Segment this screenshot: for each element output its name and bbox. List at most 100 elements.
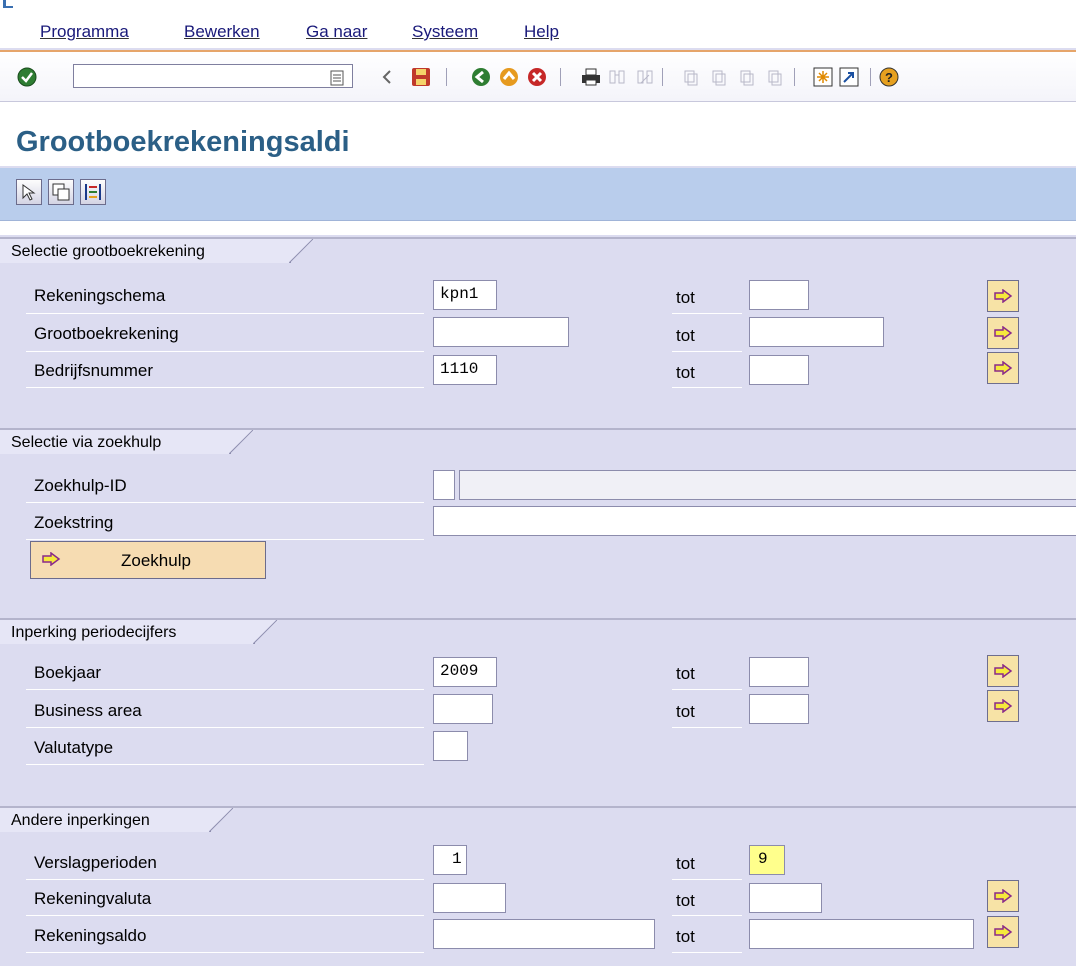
rekeningschema-from-field[interactable]: kpn1 (433, 280, 497, 310)
row-divider (26, 764, 424, 765)
verslagperioden-from-field[interactable]: 1 (433, 845, 467, 875)
row-divider (672, 351, 742, 352)
variant-button[interactable] (48, 179, 74, 205)
row-divider (26, 952, 424, 953)
business-area-multiple-button[interactable] (987, 690, 1019, 722)
tot-label: tot (676, 927, 695, 946)
label-rekeningvaluta: Rekeningvaluta (34, 889, 152, 908)
row-divider (26, 502, 424, 503)
application-toolbar (0, 168, 1076, 221)
boekjaar-multiple-button[interactable] (987, 655, 1019, 687)
label-business-area: Business area (34, 701, 142, 720)
row-divider (26, 351, 424, 352)
menu-help[interactable]: Help (524, 22, 559, 42)
business-area-from-field[interactable] (433, 694, 493, 724)
menu-systeem[interactable]: Systeem (412, 22, 478, 42)
grootboekrekening-from-field[interactable] (433, 317, 569, 347)
zoekhulp-description-field (459, 470, 1076, 500)
rekeningschema-multiple-button[interactable] (987, 280, 1019, 312)
grootboekrekening-to-field[interactable] (749, 317, 884, 347)
rekeningvaluta-from-field[interactable] (433, 883, 506, 913)
tot-label: tot (676, 664, 695, 683)
boekjaar-from-field[interactable]: 2009 (433, 657, 497, 687)
row-divider (26, 313, 424, 314)
spacer (0, 221, 1076, 235)
menu-programma[interactable]: Programma (40, 22, 129, 42)
section-inperking-periodecijfers: Inperking periodecijfers (0, 618, 1076, 792)
rekeningvaluta-to-field[interactable] (749, 883, 822, 913)
label-boekjaar: Boekjaar (34, 663, 102, 682)
last-page-icon (764, 66, 786, 88)
row-divider (672, 952, 742, 953)
row-divider (672, 915, 742, 916)
row-divider (26, 689, 424, 690)
back-icon[interactable] (470, 66, 492, 88)
rekeningvaluta-multiple-button[interactable] (987, 880, 1019, 912)
rekeningsaldo-multiple-button[interactable] (987, 916, 1019, 948)
prev-arrow-icon[interactable] (376, 66, 398, 88)
valutatype-field[interactable] (433, 731, 468, 761)
shortcut-icon[interactable] (838, 66, 860, 88)
arrow-right-icon (994, 664, 1013, 678)
label-rekeningsaldo: Rekeningsaldo (34, 926, 147, 945)
label-bedrijfsnummer: Bedrijfsnummer (34, 361, 154, 380)
label-grootboekrekening: Grootboekrekening (34, 324, 179, 343)
tot-label: tot (676, 326, 695, 345)
label-verslagperioden: Verslagperioden (34, 853, 157, 872)
business-area-to-field[interactable] (749, 694, 809, 724)
row-divider (26, 915, 424, 916)
execute-button[interactable] (16, 179, 42, 205)
toolbar-separator (560, 68, 561, 86)
rekeningschema-to-field[interactable] (749, 280, 809, 310)
arrow-right-icon (42, 552, 61, 566)
menu-bewerken[interactable]: Bewerken (184, 22, 260, 42)
tot-label: tot (676, 363, 695, 382)
rekeningsaldo-to-field[interactable] (749, 919, 974, 949)
section-title: Selectie via zoekhulp (11, 434, 162, 451)
next-page-icon (736, 66, 758, 88)
row-divider (26, 387, 424, 388)
exit-icon[interactable] (498, 66, 520, 88)
arrow-right-icon (994, 289, 1013, 303)
bedrijfsnummer-multiple-button[interactable] (987, 352, 1019, 384)
row-divider (26, 879, 424, 880)
row-divider (26, 727, 424, 728)
command-field[interactable] (73, 64, 353, 88)
row-divider (672, 313, 742, 314)
history-icon[interactable] (326, 67, 348, 89)
verslagperioden-to-field[interactable]: 9 (749, 845, 785, 875)
section-title: Andere inperkingen (11, 812, 150, 829)
section-title: Inperking periodecijfers (11, 624, 177, 641)
first-page-icon (680, 66, 702, 88)
tot-label: tot (676, 891, 695, 910)
tot-label: tot (676, 854, 695, 873)
row-divider (672, 387, 742, 388)
find-icon (606, 66, 628, 88)
zoekhulp-id-field[interactable] (433, 470, 455, 500)
help-icon[interactable]: ? (878, 66, 900, 88)
arrow-right-icon (994, 889, 1013, 903)
zoekhulp-button[interactable]: Zoekhulp (30, 541, 266, 579)
standard-toolbar: ? (0, 52, 1076, 102)
save-icon[interactable] (410, 66, 432, 88)
new-session-icon[interactable] (812, 66, 834, 88)
find-next-icon (634, 66, 656, 88)
arrow-right-icon (994, 361, 1013, 375)
bedrijfsnummer-to-field[interactable] (749, 355, 809, 385)
rekeningsaldo-from-field[interactable] (433, 919, 655, 949)
check-icon[interactable] (16, 66, 38, 88)
zoekstring-field[interactable] (433, 506, 1076, 536)
variant-icon (52, 183, 70, 201)
svg-text:?: ? (885, 70, 893, 85)
tot-label: tot (676, 702, 695, 721)
toolbar-separator (870, 68, 871, 86)
bedrijfsnummer-from-field[interactable]: 1110 (433, 355, 497, 385)
grootboekrekening-multiple-button[interactable] (987, 317, 1019, 349)
row-divider (672, 689, 742, 690)
selection-options-button[interactable] (80, 179, 106, 205)
cancel-icon[interactable] (526, 66, 548, 88)
menu-ga-naar[interactable]: Ga naar (306, 22, 367, 42)
boekjaar-to-field[interactable] (749, 657, 809, 687)
toolbar-separator (794, 68, 795, 86)
print-icon[interactable] (580, 66, 602, 88)
